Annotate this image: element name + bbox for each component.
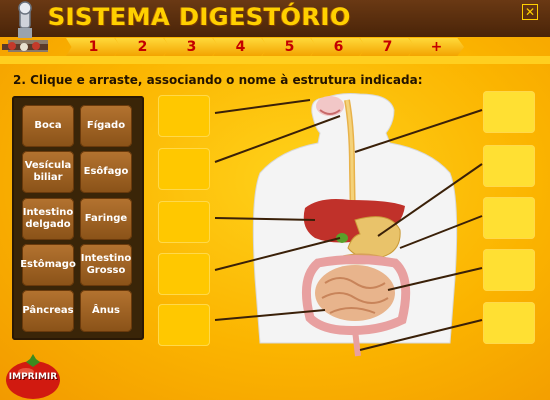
drop-slot-right-3[interactable] bbox=[483, 197, 535, 239]
tab-3[interactable]: 3 bbox=[164, 38, 219, 56]
term-esofago[interactable]: Esôfago bbox=[80, 151, 132, 193]
drop-slot-right-1[interactable] bbox=[483, 91, 535, 133]
drop-slot-right-4[interactable] bbox=[483, 249, 535, 291]
close-icon[interactable]: ✕ bbox=[522, 4, 538, 20]
microscope-logo-icon bbox=[2, 1, 48, 52]
term-anus[interactable]: Ânus bbox=[80, 290, 132, 332]
page-navigation: 1 2 3 4 5 6 7 + bbox=[66, 38, 464, 56]
nav-strip bbox=[0, 56, 550, 64]
term-intestino-grosso[interactable]: Intestino Grosso bbox=[80, 244, 132, 286]
tab-6[interactable]: 6 bbox=[311, 38, 366, 56]
term-intestino-delgado[interactable]: Intestino delgado bbox=[22, 198, 74, 240]
activity-stage: SISTEMA DIGESTÓRIO ✕ 1 2 3 4 5 6 7 + 2. … bbox=[0, 0, 550, 400]
print-button[interactable]: IMPRIMIR bbox=[4, 350, 62, 400]
drop-slot-left-3[interactable] bbox=[158, 201, 210, 243]
term-vesicula-biliar[interactable]: Vesícula biliar bbox=[22, 151, 74, 193]
tab-7[interactable]: 7 bbox=[360, 38, 415, 56]
term-faringe[interactable]: Faringe bbox=[80, 198, 132, 240]
drop-slot-right-2[interactable] bbox=[483, 145, 535, 187]
term-boca[interactable]: Boca bbox=[22, 105, 74, 147]
tab-5[interactable]: 5 bbox=[262, 38, 317, 56]
print-label: IMPRIMIR bbox=[8, 372, 58, 382]
tab-4[interactable]: 4 bbox=[213, 38, 268, 56]
term-figado[interactable]: Fígado bbox=[80, 105, 132, 147]
page-title: SISTEMA DIGESTÓRIO bbox=[48, 3, 351, 31]
drop-slot-left-4[interactable] bbox=[158, 253, 210, 295]
tab-1[interactable]: 1 bbox=[66, 38, 121, 56]
drop-slot-left-1[interactable] bbox=[158, 95, 210, 137]
instruction-text: 2. Clique e arraste, associando o nome à… bbox=[13, 73, 423, 87]
drop-slot-left-2[interactable] bbox=[158, 148, 210, 190]
tab-more[interactable]: + bbox=[409, 38, 464, 56]
drop-slot-right-5[interactable] bbox=[483, 302, 535, 344]
term-pancreas[interactable]: Pâncreas bbox=[22, 290, 74, 332]
drop-slot-left-5[interactable] bbox=[158, 304, 210, 346]
term-estomago[interactable]: Estômago bbox=[20, 244, 76, 286]
tab-2[interactable]: 2 bbox=[115, 38, 170, 56]
